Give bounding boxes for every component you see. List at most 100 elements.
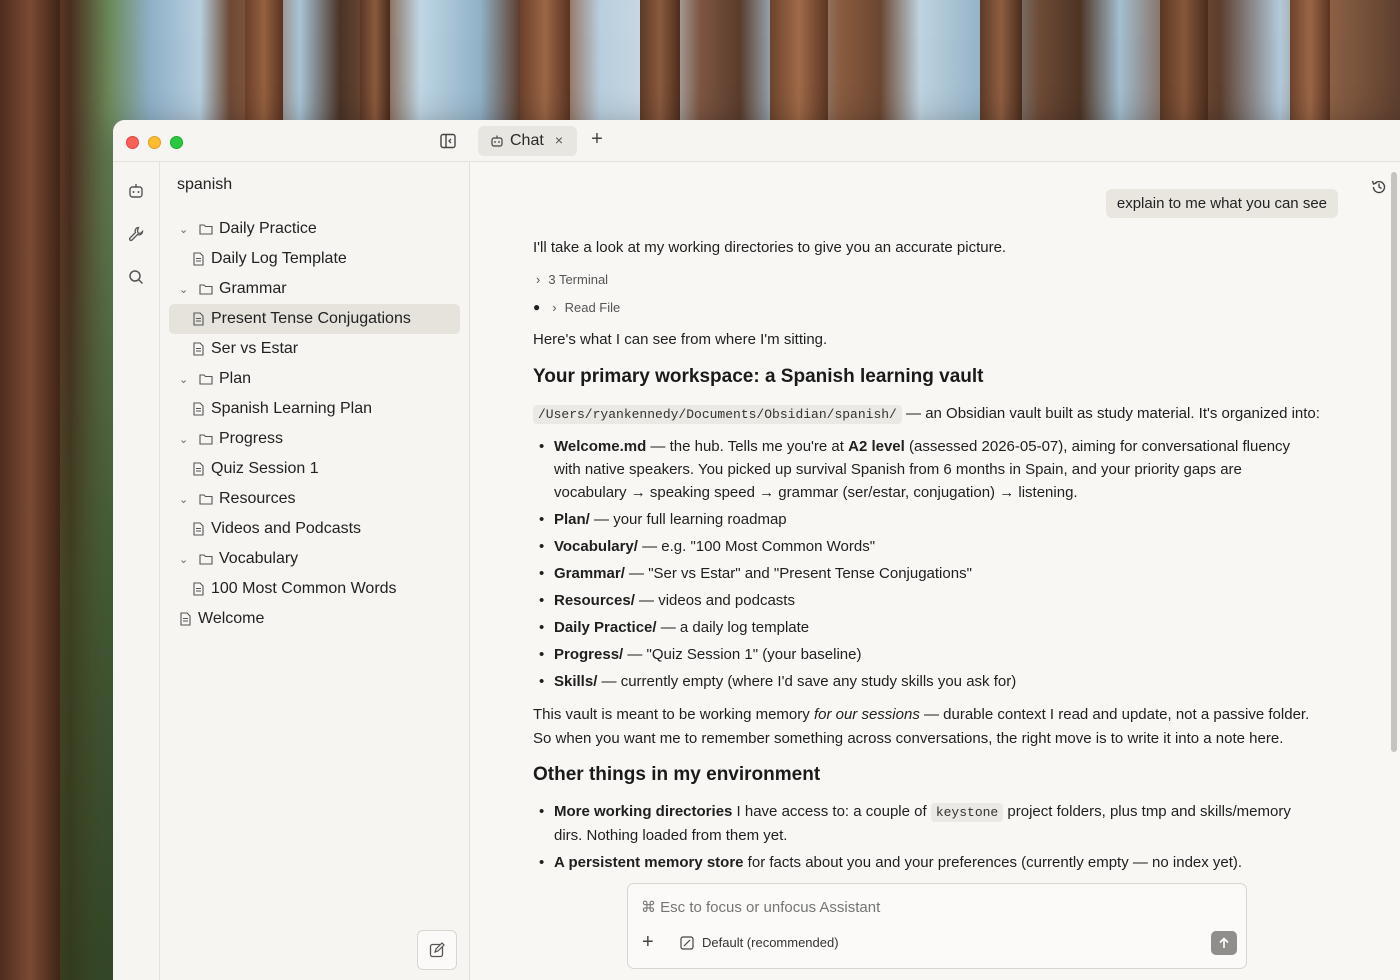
vault-contents-list: Welcome.md — the hub. Tells me you're at… [533, 435, 1333, 697]
tool-call-terminal[interactable]: › 3 Terminal [536, 268, 608, 291]
memo-text: This vault is meant to be working memory [533, 706, 814, 723]
file-icon [193, 402, 204, 416]
tree-file-quiz-session-1[interactable]: Quiz Session 1 [191, 454, 459, 484]
list-item: More working directories I have access t… [533, 800, 1313, 847]
tool-call-read-file[interactable]: ● › Read File [533, 296, 620, 319]
tree-label: Vocabulary [219, 550, 299, 567]
chevron-down-icon: ⌄ [179, 223, 189, 236]
list-item-text: — e.g. "100 Most Common Words" [637, 538, 876, 555]
edit-mode-icon [680, 935, 694, 950]
folder-icon [199, 554, 213, 565]
tree-label: Videos and Podcasts [211, 520, 362, 537]
tree-file-spanish-learning-plan[interactable]: Spanish Learning Plan [191, 394, 459, 424]
folder-icon [199, 434, 213, 445]
tree-label: Daily Practice [219, 220, 317, 237]
tab-chat[interactable]: Chat × [478, 126, 577, 156]
icon-rail [113, 162, 160, 980]
level-text: A2 level [848, 438, 905, 455]
list-item: A persistent memory store for facts abou… [533, 851, 1333, 874]
tree-file-100-most-common-words[interactable]: 100 Most Common Words [191, 574, 459, 604]
tree-folder-daily-practice[interactable]: ⌄ Daily Practice [179, 214, 459, 244]
tree-file-daily-log-template[interactable]: Daily Log Template [191, 244, 459, 274]
list-item-name: Daily Practice/ [554, 619, 657, 636]
chevron-right-icon: › [552, 300, 557, 315]
user-message: explain to me what you can see [1105, 189, 1338, 218]
tree-label: Grammar [219, 280, 287, 297]
wallpaper-tree [0, 0, 60, 980]
mode-selector[interactable]: Default (recommended) [680, 935, 839, 950]
tree-folder-plan[interactable]: ⌄ Plan [179, 364, 459, 394]
arrow-up-icon [1219, 937, 1229, 948]
list-item-text: — the hub. Tells me you're at [646, 438, 849, 455]
chevron-down-icon: ⌄ [179, 373, 189, 386]
chevron-down-icon: ⌄ [179, 553, 189, 566]
tab-label: Chat [510, 132, 544, 149]
tree-folder-grammar[interactable]: ⌄ Grammar [179, 274, 459, 304]
file-icon [193, 342, 204, 356]
list-item-text: — currently empty (where I'd save any st… [597, 673, 1017, 690]
new-tab-button[interactable]: + [587, 129, 607, 151]
list-item-name: Resources/ [554, 592, 635, 609]
list-item-text: — a daily log template [656, 619, 810, 636]
list-item-name: Skills/ [554, 673, 598, 690]
send-button[interactable] [1211, 931, 1237, 955]
tree-file-welcome[interactable]: Welcome [178, 604, 459, 634]
file-explorer: spanish ⌄ Daily Practice Daily Log Templ… [160, 162, 470, 980]
list-item: Welcome.md — the hub. Tells me you're at… [533, 435, 1313, 504]
assistant-lead: Here's what I can see from where I'm sit… [533, 331, 828, 348]
inline-code: keystone [930, 803, 1004, 822]
minimize-window-button[interactable] [148, 136, 161, 149]
wrench-icon[interactable] [127, 225, 145, 243]
new-note-button[interactable] [417, 930, 457, 970]
add-attachment-button[interactable]: + [642, 932, 662, 952]
sidebar-toggle-icon[interactable] [440, 133, 456, 149]
folder-icon [199, 224, 213, 235]
list-item: Skills/ — currently empty (where I'd sav… [533, 670, 1333, 693]
list-item-name: Plan/ [554, 511, 590, 528]
vault-name: spanish [177, 176, 233, 193]
tree-file-present-tense-conjugations[interactable]: Present Tense Conjugations [169, 304, 460, 334]
close-window-button[interactable] [126, 136, 139, 149]
list-item: Progress/ — "Quiz Session 1" (your basel… [533, 643, 1333, 666]
tree-folder-vocabulary[interactable]: ⌄ Vocabulary [179, 544, 459, 574]
tree-label: Ser vs Estar [211, 340, 299, 357]
tree-file-ser-vs-estar[interactable]: Ser vs Estar [191, 334, 459, 364]
bot-icon[interactable] [127, 182, 145, 200]
chevron-right-icon: › [536, 272, 541, 287]
tool-label: Read File [564, 300, 621, 315]
status-dot-icon: ● [533, 300, 541, 314]
list-item: Plan/ — your full learning roadmap [533, 508, 1333, 531]
list-item-name: Welcome.md [554, 438, 647, 455]
chat-scrollbar[interactable] [1391, 172, 1397, 752]
tree-label: Present Tense Conjugations [211, 310, 411, 327]
tree-label: Quiz Session 1 [211, 460, 319, 477]
memory-paragraph-line-1: This vault is meant to be working memory… [533, 703, 1309, 726]
file-icon [193, 252, 204, 266]
memo-text: — durable context I read and update, not… [919, 706, 1310, 723]
file-icon [193, 462, 204, 476]
file-icon [180, 612, 191, 626]
assistant-intro: I'll take a look at my working directori… [533, 239, 1007, 256]
tree-label: Welcome [198, 610, 265, 627]
list-item-text: — "Ser vs Estar" and "Present Tense Conj… [624, 565, 972, 582]
tree-folder-progress[interactable]: ⌄ Progress [179, 424, 459, 454]
tree-label: Progress [219, 430, 284, 447]
memory-paragraph-line-2: So when you want me to remember somethin… [533, 730, 1284, 747]
list-item-name: Vocabulary/ [554, 538, 638, 555]
list-item-text: I have access to: a couple of [732, 803, 931, 820]
list-item-name: Grammar/ [554, 565, 625, 582]
close-tab-icon[interactable]: × [555, 132, 563, 148]
message-composer: + Default (recommended) [627, 883, 1247, 969]
chevron-down-icon: ⌄ [179, 493, 189, 506]
zoom-window-button[interactable] [170, 136, 183, 149]
tree-file-videos-and-podcasts[interactable]: Videos and Podcasts [191, 514, 459, 544]
vault-path-desc: — an Obsidian vault built as study mater… [901, 405, 1320, 422]
vault-path-code: /Users/ryankennedy/Documents/Obsidian/sp… [533, 405, 902, 424]
folder-icon [199, 374, 213, 385]
tree-folder-resources[interactable]: ⌄ Resources [179, 484, 459, 514]
list-item: Resources/ — videos and podcasts [533, 589, 1333, 612]
history-icon[interactable] [1370, 178, 1388, 196]
message-input[interactable] [641, 899, 1221, 916]
list-item: Grammar/ — "Ser vs Estar" and "Present T… [533, 562, 1333, 585]
search-icon[interactable] [127, 268, 145, 286]
